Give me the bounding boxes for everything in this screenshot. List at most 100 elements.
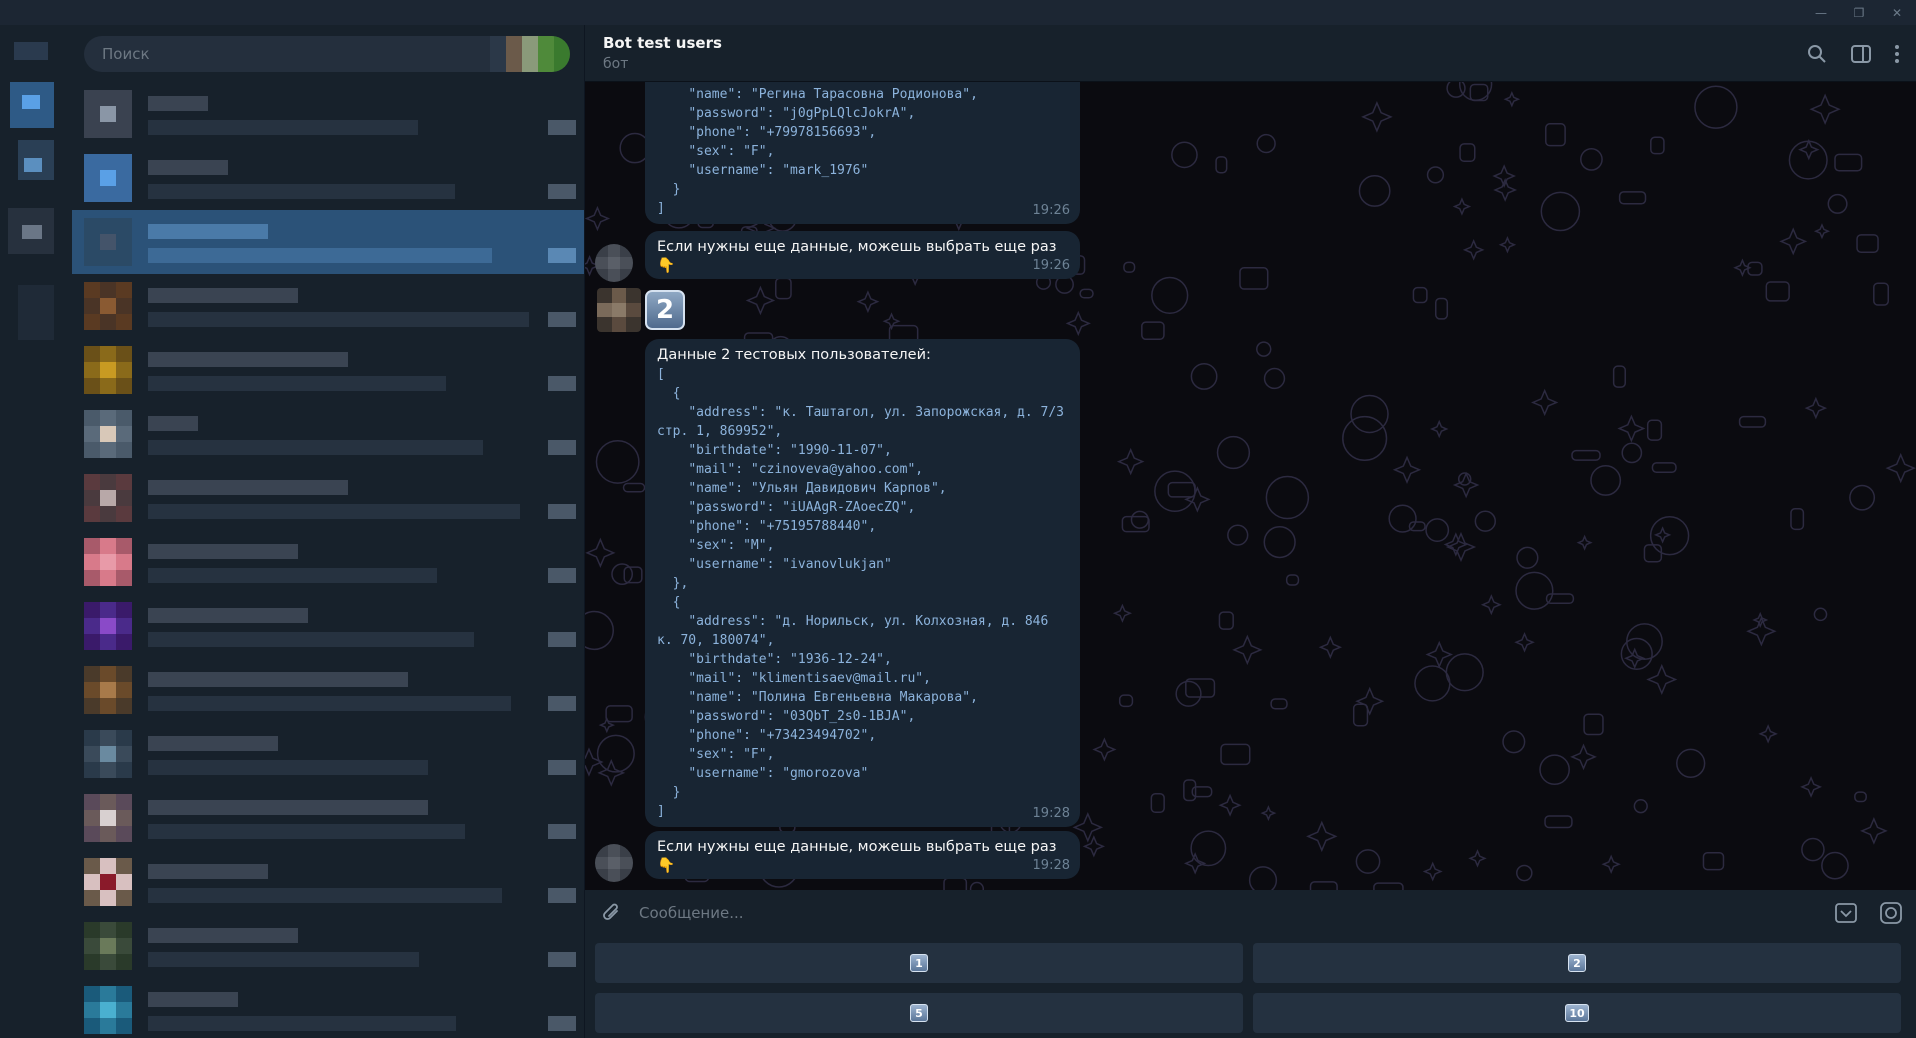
keycap-2-icon: 2 bbox=[1568, 954, 1586, 972]
keyboard-button-5[interactable]: 5 bbox=[595, 993, 1243, 1033]
background-doodle bbox=[1590, 464, 1622, 496]
keyboard-toggle-icon[interactable] bbox=[1831, 898, 1861, 928]
camera-icon[interactable] bbox=[1876, 898, 1906, 928]
background-doodle bbox=[1873, 282, 1890, 306]
message-bubble-user-data[interactable]: Данные 2 тестовых пользователей: [ { "ad… bbox=[645, 339, 1080, 827]
background-doodle bbox=[1232, 634, 1263, 666]
background-doodle bbox=[1065, 310, 1091, 337]
chat-status: бот bbox=[603, 56, 629, 72]
message-bubble-json-top[interactable]: "mail": "stepanz005@hotmail.com", "name"… bbox=[645, 82, 1080, 224]
restore-icon[interactable]: ❐ bbox=[1842, 0, 1876, 25]
keyboard-button-1[interactable]: 1 bbox=[595, 943, 1243, 983]
chat-badge-redacted bbox=[548, 632, 576, 647]
folder-all-chats[interactable] bbox=[14, 42, 48, 60]
close-icon[interactable]: ✕ bbox=[1880, 0, 1914, 25]
background-doodle bbox=[1270, 698, 1288, 710]
background-doodle bbox=[1452, 197, 1472, 216]
background-doodle bbox=[1190, 830, 1227, 867]
background-doodle bbox=[1256, 341, 1272, 357]
chat-list-item[interactable] bbox=[72, 210, 584, 274]
paperclip-icon[interactable] bbox=[597, 898, 627, 928]
bot-avatar[interactable] bbox=[595, 244, 633, 282]
chat-list-item[interactable] bbox=[72, 530, 584, 594]
message-bubble-prompt[interactable]: Если нужны еще данные, можешь выбрать ещ… bbox=[645, 831, 1080, 879]
search-box[interactable] bbox=[84, 36, 570, 72]
chat-list-item[interactable] bbox=[72, 978, 584, 1038]
chat-badge-redacted bbox=[548, 312, 576, 327]
chat-list-item[interactable] bbox=[72, 82, 584, 146]
background-doodle bbox=[1118, 694, 1134, 708]
message-area[interactable]: "mail": "stepanz005@hotmail.com", "name"… bbox=[585, 82, 1916, 890]
background-doodle bbox=[1218, 611, 1234, 630]
chat-avatar bbox=[84, 154, 132, 202]
chat-list-item[interactable] bbox=[72, 338, 584, 402]
chat-list-item[interactable] bbox=[72, 274, 584, 338]
chat-preview-redacted bbox=[148, 888, 502, 903]
chat-list-item[interactable] bbox=[72, 594, 584, 658]
bot-avatar[interactable] bbox=[595, 844, 633, 882]
message-input[interactable] bbox=[639, 890, 1799, 936]
message-json-text: [ { "address": "к. Таштагол, ул. Запорож… bbox=[657, 367, 1064, 819]
chat-name-redacted bbox=[148, 544, 298, 559]
chat-name-redacted bbox=[148, 352, 348, 367]
background-doodle bbox=[1154, 470, 1196, 512]
background-doodle bbox=[1856, 234, 1879, 253]
background-doodle bbox=[1618, 191, 1647, 205]
background-doodle bbox=[1141, 321, 1165, 341]
chat-avatar bbox=[84, 282, 132, 330]
background-doodle bbox=[1544, 815, 1573, 829]
chat-title[interactable]: Bot test users bbox=[603, 34, 722, 52]
background-doodle bbox=[1309, 881, 1338, 890]
background-doodle bbox=[1747, 261, 1763, 276]
background-doodle bbox=[1167, 481, 1196, 498]
chat-avatar bbox=[84, 90, 132, 138]
background-doodle bbox=[1425, 518, 1450, 542]
search-icon[interactable] bbox=[1802, 39, 1832, 69]
chat-name-redacted bbox=[148, 928, 298, 943]
search-input[interactable] bbox=[84, 36, 504, 72]
keycap-1-icon: 1 bbox=[910, 954, 928, 972]
chat-preview-redacted bbox=[148, 1016, 456, 1031]
chat-avatar bbox=[84, 538, 132, 586]
keyboard-button-10[interactable]: 10 bbox=[1253, 993, 1901, 1033]
chat-avatar bbox=[84, 602, 132, 650]
background-doodle bbox=[1617, 414, 1646, 443]
minimize-icon[interactable]: — bbox=[1804, 0, 1838, 25]
sidebar-toggle-icon[interactable] bbox=[1846, 39, 1876, 69]
background-doodle bbox=[1788, 140, 1828, 180]
chat-list-item[interactable] bbox=[72, 850, 584, 914]
chat-preview-redacted bbox=[148, 632, 474, 647]
chat-list-item[interactable] bbox=[72, 722, 584, 786]
more-vertical-icon[interactable] bbox=[1882, 39, 1912, 69]
background-doodle bbox=[1150, 793, 1165, 814]
chat-list-item[interactable] bbox=[72, 658, 584, 722]
folder-item[interactable] bbox=[18, 285, 54, 340]
chat-avatar bbox=[84, 346, 132, 394]
message-bubble-prompt[interactable]: Если нужны еще данные, можешь выбрать ещ… bbox=[645, 231, 1080, 279]
keyboard-button-2[interactable]: 2 bbox=[1253, 943, 1901, 983]
chat-list-item[interactable] bbox=[72, 146, 584, 210]
chat-list-item[interactable] bbox=[72, 402, 584, 466]
background-doodle bbox=[1263, 367, 1286, 390]
chat-list-item[interactable] bbox=[72, 914, 584, 978]
background-doodle bbox=[1227, 524, 1249, 546]
chat-avatar bbox=[84, 858, 132, 906]
message-header-text: Данные 2 тестовых пользователей: bbox=[657, 347, 931, 363]
background-doodle bbox=[585, 537, 616, 568]
folder-sidebar bbox=[0, 25, 72, 1038]
chat-list-item[interactable] bbox=[72, 786, 584, 850]
chat-name-redacted bbox=[148, 864, 268, 879]
chat-list-item[interactable] bbox=[72, 466, 584, 530]
user-avatar[interactable] bbox=[597, 288, 641, 332]
keycap-emoji-message[interactable]: 2 bbox=[645, 290, 685, 330]
chat-badge-redacted bbox=[548, 504, 576, 519]
background-doodle bbox=[745, 285, 776, 316]
background-doodle bbox=[1702, 851, 1725, 871]
background-doodle bbox=[969, 881, 985, 890]
chat-badge-redacted bbox=[548, 184, 576, 199]
chat-avatar bbox=[84, 666, 132, 714]
background-doodle bbox=[1738, 415, 1767, 428]
chat-name-redacted bbox=[148, 736, 278, 751]
background-doodle bbox=[1821, 851, 1849, 880]
background-doodle bbox=[1392, 455, 1422, 485]
